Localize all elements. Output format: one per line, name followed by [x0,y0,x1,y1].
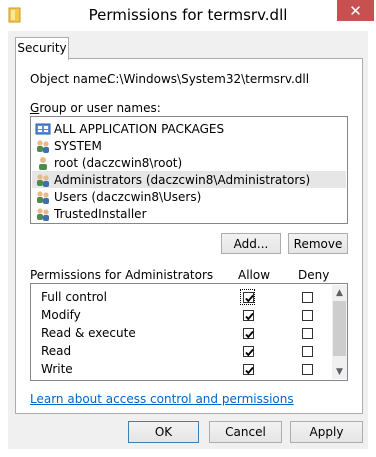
group-user-list[interactable]: ALL APPLICATION PACKAGES SYSTEM root (dacz… [30,116,348,224]
deny-column-header: Deny [298,268,330,282]
group-list-item-label: SYSTEM [54,138,102,153]
group-list-item-label: root (daczcwin8\root) [54,155,183,170]
group-list-label-rest: roup or user names: [39,101,161,115]
allow-checkbox[interactable] [243,346,254,357]
title-bar: Permissions for termsrv.dll ✕ [0,0,376,31]
permission-name: Modify [41,308,81,322]
permissions-dialog: Permissions for termsrv.dll ✕ Security O… [0,0,376,457]
allow-checkbox[interactable] [243,292,254,303]
group-list-item[interactable]: Users (daczcwin8\Users) [32,188,346,205]
permission-row: Read [31,342,331,360]
group-list-item[interactable]: ALL APPLICATION PACKAGES [32,120,346,137]
permission-row: Write [31,360,331,378]
scroll-up-arrow-icon[interactable]: ▲ [332,285,347,300]
close-button[interactable]: ✕ [337,0,374,21]
group-list-item[interactable]: root (daczcwin8\root) [32,154,346,171]
group-list-item[interactable]: TrustedInstaller [32,205,346,222]
permission-row: Read & execute [31,324,331,342]
remove-button-label: Remove [293,236,343,251]
window-frame-right [368,31,376,449]
allow-column-header: Allow [238,268,271,282]
group-list-item[interactable]: Administrators (daczcwin8\Administrators… [32,171,346,188]
remove-button[interactable]: Remove [288,233,348,254]
permission-row: Modify [31,306,331,324]
allow-checkbox[interactable] [243,328,254,339]
app-packages-icon [35,121,51,137]
deny-checkbox[interactable] [302,310,313,321]
deny-checkbox[interactable] [302,328,313,339]
object-name-value: C:\Windows\System32\termsrv.dll [107,72,310,86]
cancel-button-label: Cancel [225,425,266,439]
group-icon [35,206,51,222]
ok-button-label: OK [154,425,173,439]
window-frame-left [0,31,8,449]
permissions-label: Permissions for Administrators [30,268,214,282]
permissions-scrollbar[interactable]: ▲ ▼ [332,285,347,379]
group-list-item-label: Users (daczcwin8\Users) [54,189,202,204]
deny-checkbox[interactable] [302,346,313,357]
apply-button-label: Apply [309,425,344,439]
group-icon [35,138,51,154]
permission-name: Write [41,362,73,376]
permissions-list[interactable]: ▲ ▼ Full control Modify Read & execute Read… [30,283,348,381]
apply-button[interactable]: Apply [290,421,363,443]
deny-checkbox[interactable] [302,364,313,375]
group-list-item-label: TrustedInstaller [54,206,147,221]
add-button-label: Add... [233,236,269,251]
tab-security[interactable]: Security [15,37,69,60]
window-frame-bottom [0,449,376,457]
group-list-item-label: Administrators (daczcwin8\Administrators… [54,172,311,187]
group-icon [35,172,51,188]
group-list-item-label: ALL APPLICATION PACKAGES [54,121,225,136]
deny-checkbox[interactable] [302,292,313,303]
permission-name: Read & execute [41,326,136,340]
window-title: Permissions for termsrv.dll [88,6,288,24]
cancel-button[interactable]: Cancel [209,421,282,443]
ok-button[interactable]: OK [128,421,199,443]
permission-name: Read [41,344,72,358]
scroll-down-arrow-icon[interactable]: ▼ [332,364,347,379]
allow-checkbox[interactable] [243,310,254,321]
group-list-label: Group or user names: [30,101,161,115]
group-icon [35,189,51,205]
group-list-item[interactable]: SYSTEM [32,137,346,154]
add-button[interactable]: Add... [221,233,281,254]
permission-row: Full control [31,288,331,306]
permission-name: Full control [41,290,107,304]
scroll-thumb[interactable] [333,301,346,356]
object-name-label: Object name: [30,72,111,86]
allow-checkbox[interactable] [243,364,254,375]
learn-access-control-link[interactable]: Learn about access control and permissio… [30,392,294,406]
user-icon [35,155,51,171]
